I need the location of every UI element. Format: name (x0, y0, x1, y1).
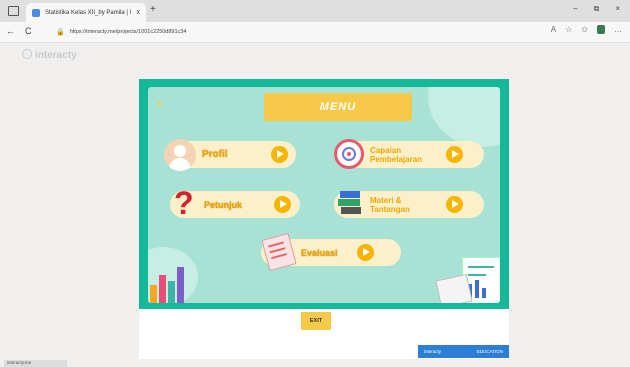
window-controls: – ⧉ × (573, 4, 620, 14)
capaian-label-line2: Pembelajaran (370, 154, 423, 164)
materi-tantangan-button[interactable]: Materi & Tantangan (334, 191, 484, 218)
menu-title: MENU (264, 93, 412, 121)
collections-icon[interactable]: ✩ (581, 25, 588, 34)
capaian-pembelajaran-button[interactable]: Capaian Pembelajaran (334, 139, 484, 169)
back-button[interactable]: ← (6, 26, 15, 36)
minimize-button[interactable]: – (573, 4, 577, 14)
nav-buttons: ← C (6, 26, 32, 36)
browser-tab-bar: Statistika Kelas XII_by Pamila | I x + –… (0, 0, 630, 22)
petunjuk-button[interactable]: ? Petunjuk (170, 185, 300, 221)
badge-right-text: EDUCATION (476, 349, 503, 354)
paper-illustration (435, 273, 473, 303)
evaluasi-label: Evaluasi (301, 247, 338, 258)
url-text: https://interacty.me/projects/1001c2250d… (69, 29, 187, 35)
site-logo[interactable]: interacty (22, 49, 77, 61)
tab-close-icon[interactable]: x (137, 9, 141, 16)
background-blob (428, 87, 500, 147)
more-icon[interactable]: … (614, 25, 622, 34)
petunjuk-label: Petunjuk (204, 199, 243, 210)
play-icon (271, 146, 288, 163)
materi-label-line1: Materi & (370, 195, 402, 205)
bar-chart-illustration (150, 263, 190, 303)
play-icon (357, 244, 374, 261)
evaluasi-button[interactable]: Evaluasi (261, 232, 401, 272)
play-icon (446, 196, 463, 213)
close-window-button[interactable]: × (615, 4, 620, 14)
url-field[interactable]: 🔒 https://interacty.me/projects/1001c225… (56, 25, 526, 39)
exit-button[interactable]: EXIT (301, 312, 331, 330)
interacty-education-badge[interactable]: interacty EDUCATION (418, 345, 509, 358)
tab-favicon-icon (32, 8, 40, 17)
capaian-label-line1: Capaian (370, 145, 402, 155)
profil-label: Profil (202, 149, 228, 160)
toolbar-icons: A ☆ ✩ … (551, 25, 622, 34)
window-menu-icon[interactable] (8, 6, 19, 16)
logo-circle-icon (22, 49, 32, 59)
play-icon (274, 196, 291, 213)
lock-icon: 🔒 (56, 29, 65, 36)
question-icon: ? (174, 185, 194, 221)
address-bar-row: ← C 🔒 https://interacty.me/projects/1001… (0, 22, 630, 43)
materi-label-line2: Tantangan (370, 204, 410, 214)
profil-button[interactable]: Profil (164, 139, 296, 171)
read-aloud-icon[interactable]: A (551, 25, 556, 34)
maximize-button[interactable]: ⧉ (594, 4, 600, 14)
tab-title: Statistika Kelas XII_by Pamila | I (45, 9, 132, 16)
target-icon (334, 139, 364, 169)
checklist-icon (261, 232, 297, 272)
browser-tab[interactable]: Statistika Kelas XII_by Pamila | I x (26, 3, 146, 22)
books-icon (338, 189, 364, 219)
menu-panel: ✦ MENU Profil Capaian Pembelajaran ? Pet… (148, 87, 500, 303)
sparkle-icon: ✦ (156, 99, 164, 109)
new-tab-button[interactable]: + (150, 4, 156, 15)
play-icon (446, 146, 463, 163)
interactive-stage: ✦ MENU Profil Capaian Pembelajaran ? Pet… (139, 79, 509, 309)
badge-left-text: interacty (424, 349, 442, 354)
extension-icon[interactable] (597, 25, 605, 34)
favorite-icon[interactable]: ☆ (565, 25, 572, 34)
person-icon (164, 139, 196, 171)
status-bar: interacty.me (4, 360, 67, 367)
reload-button[interactable]: C (25, 26, 32, 36)
brand-text: interacty (35, 50, 77, 61)
